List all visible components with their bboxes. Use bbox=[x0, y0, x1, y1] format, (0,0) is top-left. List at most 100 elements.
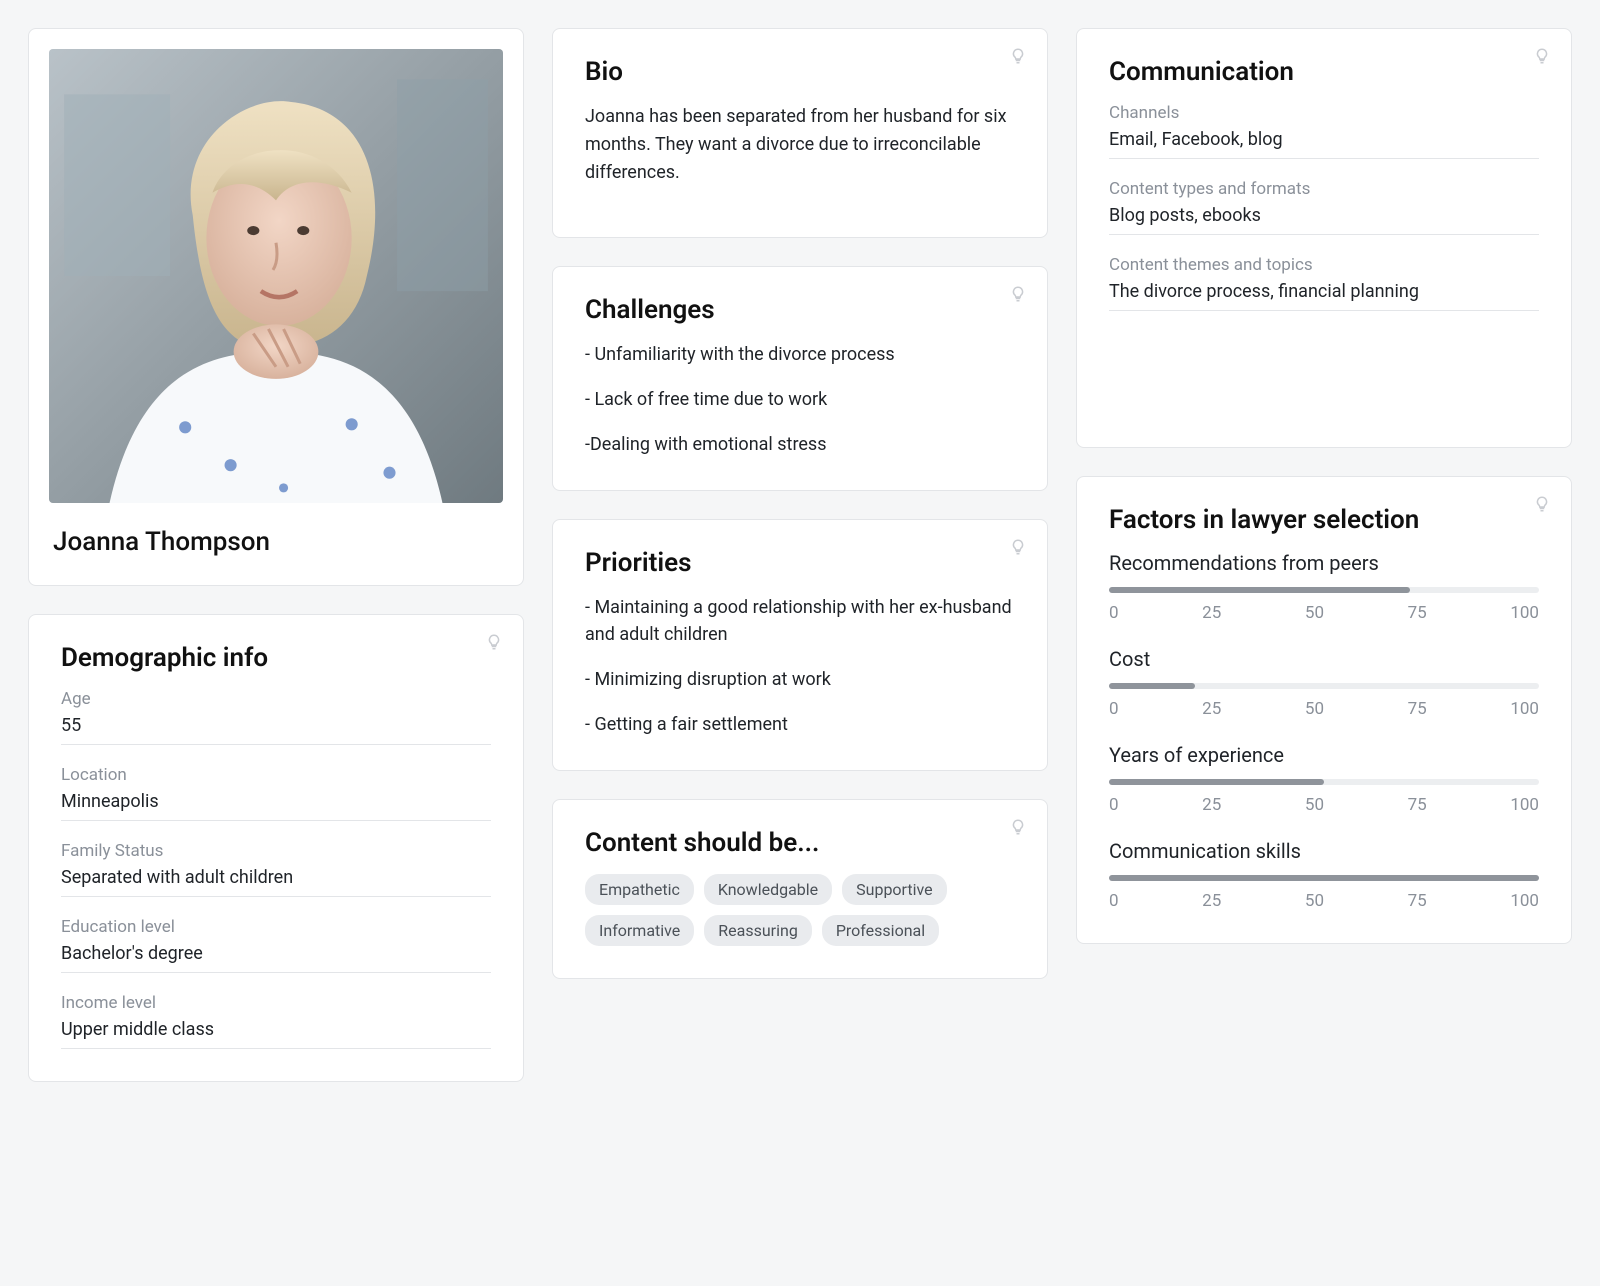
slider-label: Recommendations from peers bbox=[1109, 551, 1539, 575]
field-income: Income level Upper middle class bbox=[61, 993, 491, 1049]
field-label: Age bbox=[61, 689, 491, 709]
lightbulb-icon[interactable] bbox=[1533, 47, 1551, 65]
bio-title: Bio bbox=[585, 57, 1015, 87]
lightbulb-icon[interactable] bbox=[1533, 495, 1551, 513]
slider-fill bbox=[1109, 779, 1324, 785]
field-value[interactable]: The divorce process, financial planning bbox=[1109, 281, 1539, 311]
list-item: - Maintaining a good relationship with h… bbox=[585, 594, 1015, 648]
field-value[interactable]: Bachelor's degree bbox=[61, 943, 491, 973]
tick: 0 bbox=[1109, 795, 1119, 815]
slider-track[interactable] bbox=[1109, 587, 1539, 593]
lightbulb-icon[interactable] bbox=[1009, 285, 1027, 303]
lightbulb-icon[interactable] bbox=[1009, 47, 1027, 65]
field-label: Income level bbox=[61, 993, 491, 1013]
slider-fill bbox=[1109, 683, 1195, 689]
field-family-status: Family Status Separated with adult child… bbox=[61, 841, 491, 897]
tick: 100 bbox=[1510, 891, 1539, 911]
tag-list: Empathetic Knowledgable Supportive Infor… bbox=[585, 874, 1015, 946]
priorities-list[interactable]: - Maintaining a good relationship with h… bbox=[585, 594, 1015, 738]
field-value[interactable]: Minneapolis bbox=[61, 791, 491, 821]
field-label: Channels bbox=[1109, 103, 1539, 123]
field-value[interactable]: Separated with adult children bbox=[61, 867, 491, 897]
tick: 100 bbox=[1510, 699, 1539, 719]
lightbulb-icon[interactable] bbox=[1009, 538, 1027, 556]
persona-grid: Joanna Thompson Demographic info Age 55 … bbox=[28, 28, 1572, 1082]
column-2: Bio Joanna has been separated from her h… bbox=[552, 28, 1048, 1082]
field-label: Location bbox=[61, 765, 491, 785]
field-value[interactable]: Email, Facebook, blog bbox=[1109, 129, 1539, 159]
challenges-card: Challenges - Unfamiliarity with the divo… bbox=[552, 266, 1048, 491]
tag[interactable]: Supportive bbox=[842, 874, 946, 905]
tick: 75 bbox=[1408, 699, 1427, 719]
communication-card: Communication Channels Email, Facebook, … bbox=[1076, 28, 1572, 448]
bio-text[interactable]: Joanna has been separated from her husba… bbox=[585, 103, 1015, 187]
tick: 25 bbox=[1202, 891, 1221, 911]
list-item: - Minimizing disruption at work bbox=[585, 666, 1015, 693]
tick: 100 bbox=[1510, 603, 1539, 623]
persona-avatar bbox=[49, 49, 503, 503]
list-item: - Unfamiliarity with the divorce process bbox=[585, 341, 1015, 368]
tag[interactable]: Reassuring bbox=[704, 915, 812, 946]
field-channels: Channels Email, Facebook, blog bbox=[1109, 103, 1539, 159]
tick: 50 bbox=[1305, 795, 1324, 815]
persona-header-card: Joanna Thompson bbox=[28, 28, 524, 586]
slider-label: Cost bbox=[1109, 647, 1539, 671]
tick: 75 bbox=[1408, 603, 1427, 623]
lightbulb-icon[interactable] bbox=[1009, 818, 1027, 836]
tick: 50 bbox=[1305, 891, 1324, 911]
lightbulb-icon[interactable] bbox=[485, 633, 503, 651]
slider-experience: Years of experience 0 25 50 75 100 bbox=[1109, 743, 1539, 815]
slider-track[interactable] bbox=[1109, 875, 1539, 881]
list-item: - Getting a fair settlement bbox=[585, 711, 1015, 738]
demographic-title: Demographic info bbox=[61, 643, 491, 673]
tick: 75 bbox=[1408, 891, 1427, 911]
field-age: Age 55 bbox=[61, 689, 491, 745]
field-label: Education level bbox=[61, 917, 491, 937]
bio-card: Bio Joanna has been separated from her h… bbox=[552, 28, 1048, 238]
factors-title: Factors in lawyer selection bbox=[1109, 505, 1539, 535]
slider-track[interactable] bbox=[1109, 779, 1539, 785]
tag[interactable]: Knowledgable bbox=[704, 874, 832, 905]
factors-sliders: Recommendations from peers 0 25 50 75 10… bbox=[1109, 551, 1539, 911]
tag[interactable]: Professional bbox=[822, 915, 939, 946]
column-3: Communication Channels Email, Facebook, … bbox=[1076, 28, 1572, 1082]
tick: 25 bbox=[1202, 603, 1221, 623]
slider-label: Years of experience bbox=[1109, 743, 1539, 767]
field-value[interactable]: 55 bbox=[61, 715, 491, 745]
priorities-title: Priorities bbox=[585, 548, 1015, 578]
priorities-card: Priorities - Maintaining a good relation… bbox=[552, 519, 1048, 771]
demographic-card: Demographic info Age 55 Location Minneap… bbox=[28, 614, 524, 1082]
field-label: Family Status bbox=[61, 841, 491, 861]
field-education: Education level Bachelor's degree bbox=[61, 917, 491, 973]
tag[interactable]: Empathetic bbox=[585, 874, 694, 905]
tick: 0 bbox=[1109, 891, 1119, 911]
slider-communication: Communication skills 0 25 50 75 100 bbox=[1109, 839, 1539, 911]
field-content-themes: Content themes and topics The divorce pr… bbox=[1109, 255, 1539, 311]
slider-cost: Cost 0 25 50 75 100 bbox=[1109, 647, 1539, 719]
content-should-be-card: Content should be... Empathetic Knowledg… bbox=[552, 799, 1048, 979]
content-should-be-title: Content should be... bbox=[585, 828, 1015, 858]
demographic-fields: Age 55 Location Minneapolis Family Statu… bbox=[61, 689, 491, 1049]
tick: 25 bbox=[1202, 699, 1221, 719]
tick: 25 bbox=[1202, 795, 1221, 815]
column-1: Joanna Thompson Demographic info Age 55 … bbox=[28, 28, 524, 1082]
tick: 50 bbox=[1305, 699, 1324, 719]
tick: 100 bbox=[1510, 795, 1539, 815]
slider-label: Communication skills bbox=[1109, 839, 1539, 863]
factors-card: Factors in lawyer selection Recommendati… bbox=[1076, 476, 1572, 944]
challenges-list[interactable]: - Unfamiliarity with the divorce process… bbox=[585, 341, 1015, 458]
field-value[interactable]: Upper middle class bbox=[61, 1019, 491, 1049]
tag[interactable]: Informative bbox=[585, 915, 694, 946]
slider-ticks: 0 25 50 75 100 bbox=[1109, 699, 1539, 719]
tick: 50 bbox=[1305, 603, 1324, 623]
field-value[interactable]: Blog posts, ebooks bbox=[1109, 205, 1539, 235]
field-location: Location Minneapolis bbox=[61, 765, 491, 821]
slider-fill bbox=[1109, 587, 1410, 593]
slider-fill bbox=[1109, 875, 1539, 881]
slider-track[interactable] bbox=[1109, 683, 1539, 689]
list-item: - Lack of free time due to work bbox=[585, 386, 1015, 413]
field-label: Content themes and topics bbox=[1109, 255, 1539, 275]
tick: 75 bbox=[1408, 795, 1427, 815]
communication-fields: Channels Email, Facebook, blog Content t… bbox=[1109, 103, 1539, 311]
persona-name: Joanna Thompson bbox=[53, 527, 499, 557]
